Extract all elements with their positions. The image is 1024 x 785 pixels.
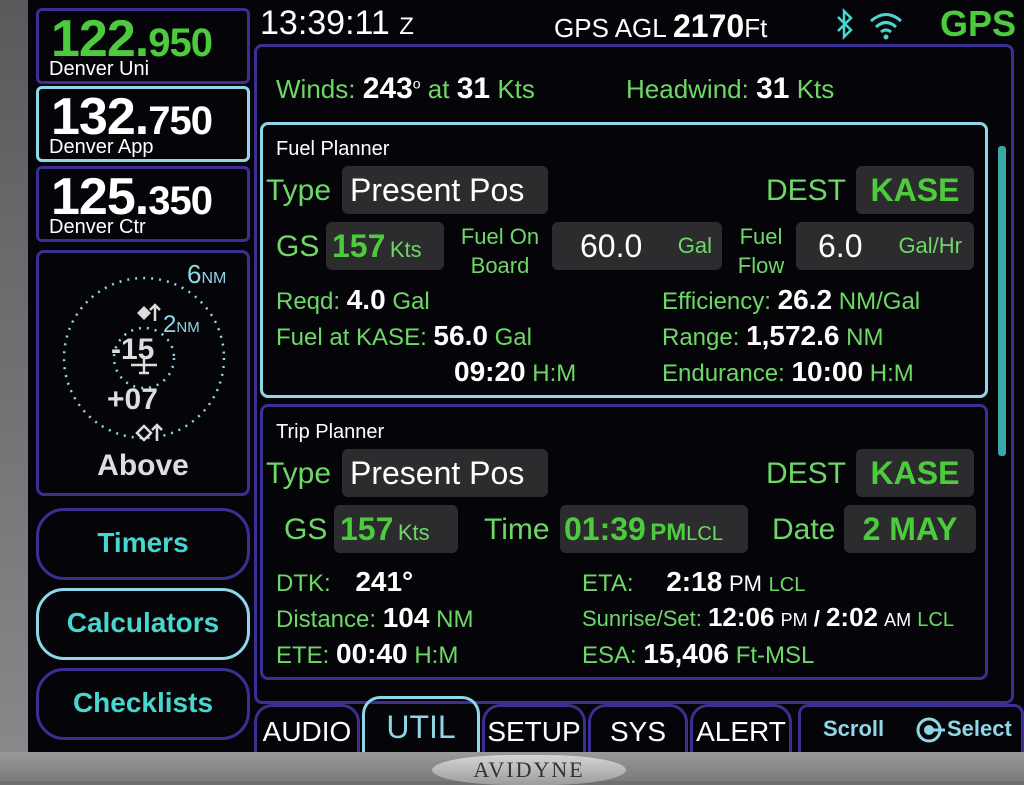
trip-date-label: Date — [772, 513, 836, 546]
fuel-flow-label: Fuel Flow — [737, 224, 785, 278]
fuel-reqd: Reqd: 4.0 Gal — [276, 284, 430, 315]
traffic-mode: Above — [97, 449, 189, 482]
fuel-at-dest: Fuel at KASE: 56.0 Gal — [276, 320, 532, 351]
range-inner-label: 2NM — [163, 311, 200, 338]
display-screen: 13:39:11 Z GPS AGL 2170Ft GPS 122.950 De… — [28, 0, 1024, 752]
trip-type-select[interactable]: Present Pos — [342, 449, 548, 497]
fuel-dest-label: DEST — [766, 174, 847, 207]
trip-sunrise-sunset: Sunrise/Set: 12:06 PM / 2:02 AM LCL — [582, 602, 954, 632]
scrollbar-thumb[interactable] — [998, 146, 1006, 456]
tab-sys[interactable]: SYS — [588, 704, 688, 752]
fuel-range: Range: 1,572.6 NM — [662, 320, 884, 351]
fuel-endurance: Endurance: 10:00 H:M — [662, 356, 914, 387]
traffic-display[interactable]: 6NM 2NM -15 +07 Above — [36, 250, 250, 496]
tab-alert[interactable]: ALERT — [690, 704, 792, 752]
fuel-efficiency: Efficiency: 26.2 NM/Gal — [662, 284, 921, 315]
freq-name: Denver Uni — [49, 58, 150, 80]
trip-type-label: Type — [266, 457, 332, 490]
zulu-time: 13:39:11 Z — [260, 4, 414, 42]
traffic-altitude-top: -15 — [111, 333, 155, 366]
knob-icon — [915, 715, 945, 752]
wifi-icon — [868, 10, 904, 45]
tab-setup[interactable]: SETUP — [482, 704, 586, 752]
fuel-type-label: Type — [266, 174, 332, 207]
trip-esa: ESA: 15,406 Ft-MSL — [582, 638, 815, 669]
bluetooth-icon — [834, 7, 856, 48]
trip-time-label: Time — [484, 513, 550, 546]
trip-date-field[interactable]: 2 MAY — [844, 505, 976, 553]
fuel-type-select[interactable]: Present Pos — [342, 166, 548, 214]
com-freq-standby[interactable]: 132.750 Denver App — [36, 86, 250, 162]
fuel-time: 09:20 H:M — [454, 356, 577, 387]
fuel-planner-title: Fuel Planner — [276, 138, 390, 160]
timers-button[interactable]: Timers — [36, 508, 250, 580]
gps-source: GPS — [940, 3, 1017, 44]
trip-planner-title: Trip Planner — [276, 421, 385, 443]
fuel-flow-field[interactable]: 6.0 Gal/Hr — [796, 222, 974, 270]
trip-gs-label: GS — [284, 513, 328, 546]
fuel-on-board-label: Fuel On Board — [460, 224, 540, 278]
gps-agl: GPS AGL 2170Ft — [554, 8, 768, 44]
com-freq-3[interactable]: 125.350 Denver Ctr — [36, 166, 250, 242]
tab-util[interactable]: UTIL — [362, 696, 480, 752]
headwind-row: Headwind: 31 Kts — [626, 72, 835, 105]
fuel-gs-field[interactable]: 157 Kts — [326, 222, 444, 270]
trip-ete: ETE: 00:40 H:M — [276, 638, 459, 669]
fuel-gs-label: GS — [276, 230, 320, 263]
tab-audio[interactable]: AUDIO — [254, 704, 360, 752]
freq-name: Denver Ctr — [49, 216, 146, 238]
scroll-select-hint: Scroll Select — [798, 704, 1024, 752]
trip-dest-field[interactable]: KASE — [856, 449, 974, 497]
checklists-button[interactable]: Checklists — [36, 668, 250, 740]
trip-eta: ETA: 2:18 PM LCL — [582, 566, 806, 597]
trip-gs-field[interactable]: 157 Kts — [334, 505, 458, 553]
traffic-altitude-bottom: +07 — [107, 383, 158, 416]
fuel-on-board-field[interactable]: 60.0 Gal — [552, 222, 722, 270]
winds-row: Winds: 243o at 31 Kts — [276, 72, 535, 105]
trip-dest-label: DEST — [766, 457, 847, 490]
trip-time-field[interactable]: 01:39 PMLCL — [560, 505, 748, 553]
range-outer-label: 6NM — [187, 259, 227, 289]
freq-name: Denver App — [49, 136, 154, 158]
fuel-dest-field[interactable]: KASE — [856, 166, 974, 214]
com-freq-active[interactable]: 122.950 Denver Uni — [36, 8, 250, 84]
calculators-button[interactable]: Calculators — [36, 588, 250, 660]
trip-distance: Distance: 104 NM — [276, 602, 474, 633]
trip-dtk: DTK: 241° — [276, 566, 414, 597]
